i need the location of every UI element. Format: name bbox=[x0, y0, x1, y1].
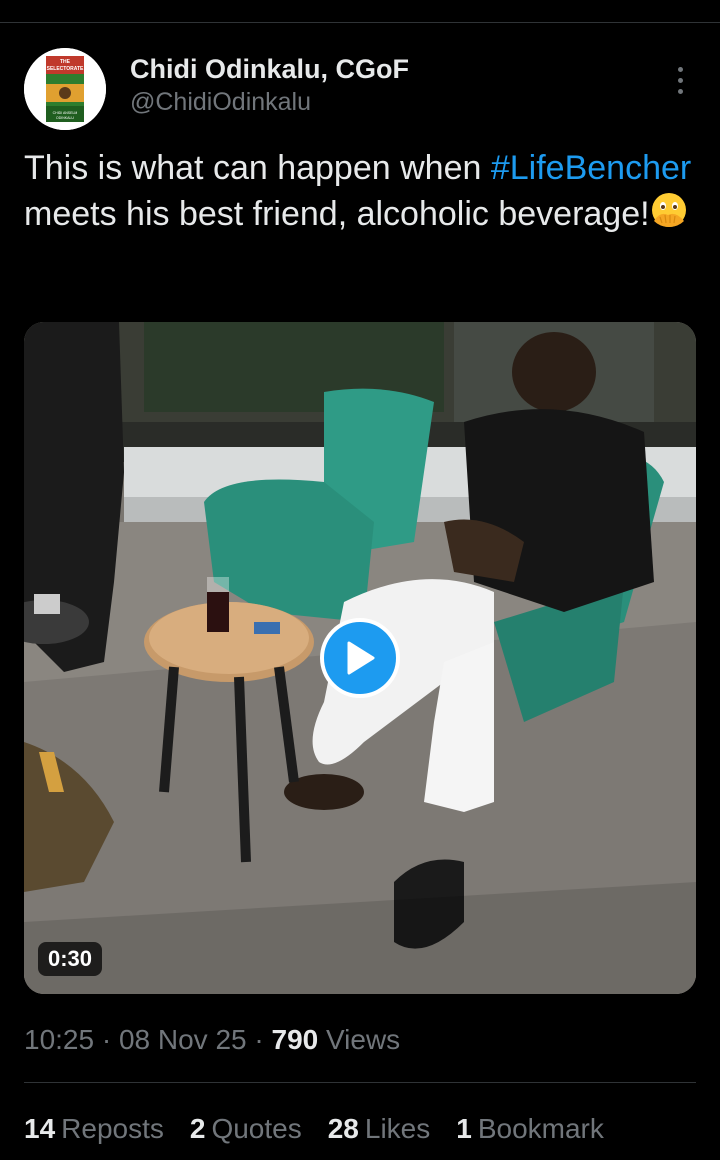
author-handle[interactable]: @ChidiOdinkalu bbox=[130, 86, 409, 118]
reposts-count: 14 bbox=[24, 1113, 56, 1144]
more-vertical-icon bbox=[677, 66, 683, 72]
play-icon bbox=[347, 641, 375, 675]
quotes-stat[interactable]: 2 Quotes bbox=[190, 1110, 302, 1148]
quotes-label: Quotes bbox=[211, 1113, 302, 1144]
svg-text:THE: THE bbox=[60, 59, 71, 65]
play-button[interactable] bbox=[320, 618, 400, 698]
more-options-button[interactable] bbox=[664, 62, 696, 98]
likes-label: Likes bbox=[364, 1113, 431, 1144]
author-display-name[interactable]: Chidi Odinkalu, CGoF bbox=[130, 52, 409, 86]
tweet-text: This is what can happen when #LifeBenche… bbox=[24, 146, 696, 241]
tweet-time[interactable]: 10:25 bbox=[24, 1024, 94, 1055]
bookmarks-count: 1 bbox=[456, 1113, 472, 1144]
tweet-text-part: meets his best friend, alcoholic beverag… bbox=[24, 195, 650, 233]
author-block[interactable]: Chidi Odinkalu, CGoF @ChidiOdinkalu bbox=[130, 52, 409, 118]
reposts-stat[interactable]: 14 Reposts bbox=[24, 1110, 164, 1148]
views-count: 790 bbox=[271, 1024, 319, 1055]
stats-divider bbox=[24, 1082, 696, 1083]
more-dot bbox=[677, 77, 683, 83]
video-duration-badge: 0:30 bbox=[38, 942, 103, 976]
author-avatar[interactable]: THE SELECTORATE CHIDI ANSELM ODINKALU bbox=[24, 48, 106, 130]
likes-count: 28 bbox=[327, 1113, 359, 1144]
bookmarks-label: Bookmark bbox=[477, 1113, 604, 1144]
quotes-count: 2 bbox=[189, 1113, 206, 1144]
views-label: Views bbox=[318, 1024, 401, 1055]
svg-text:SELECTORATE: SELECTORATE bbox=[47, 66, 84, 72]
tweet-meta: 10:25 · 08 Nov 25 · 790 Views bbox=[24, 1022, 400, 1058]
video-thumbnail[interactable]: 0:30 bbox=[24, 322, 696, 994]
svg-text:ODINKALU: ODINKALU bbox=[56, 116, 74, 120]
book-cover-avatar-icon: THE SELECTORATE CHIDI ANSELM ODINKALU bbox=[24, 48, 106, 130]
face-hand-over-mouth-emoji-icon bbox=[650, 191, 688, 241]
tweet-text-part: This is what can happen when bbox=[24, 149, 491, 187]
bookmarks-stat[interactable]: 1 Bookmark bbox=[456, 1110, 604, 1148]
engagement-stats: 14 Reposts 2 Quotes 28 Likes 1 Bookmark bbox=[24, 1110, 604, 1148]
likes-stat[interactable]: 28 Likes bbox=[328, 1110, 431, 1148]
top-divider bbox=[0, 22, 720, 23]
hashtag-link[interactable]: #LifeBencher bbox=[491, 149, 691, 187]
meta-separator: · bbox=[246, 1024, 272, 1055]
more-dot bbox=[677, 88, 683, 94]
tweet-date[interactable]: 08 Nov 25 bbox=[119, 1024, 247, 1055]
reposts-label: Reposts bbox=[61, 1113, 164, 1144]
svg-text:CHIDI ANSELM: CHIDI ANSELM bbox=[53, 111, 78, 115]
meta-separator: · bbox=[94, 1024, 119, 1055]
